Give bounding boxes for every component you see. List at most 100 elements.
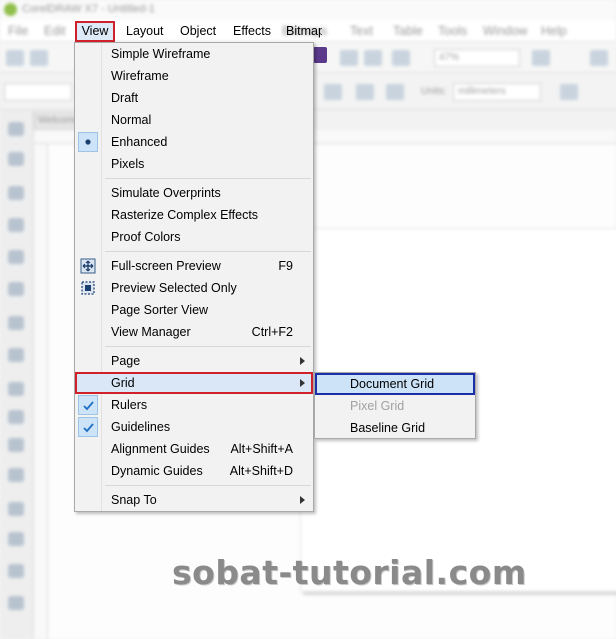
options-icon[interactable] (590, 50, 608, 66)
menu-text[interactable]: Text (350, 24, 373, 38)
menu-item-page-sorter-view[interactable]: Page Sorter View (75, 299, 313, 321)
shape-tool-icon[interactable] (8, 152, 24, 166)
transparency-tool-icon[interactable] (8, 502, 24, 516)
polygon-tool-icon[interactable] (8, 382, 24, 396)
menu-item-label: Normal (111, 113, 152, 127)
menu-item-shortcut: Ctrl+F2 (251, 325, 293, 339)
nudge-icon[interactable] (560, 84, 578, 100)
page-size-field[interactable] (4, 83, 72, 101)
corel-connect-icon[interactable] (313, 47, 327, 63)
text-tool-icon[interactable] (8, 410, 24, 424)
menu-item-preview-selected-only[interactable]: Preview Selected Only (75, 277, 313, 299)
menu-bitmaps-visible[interactable]: Bitmaps (286, 24, 322, 38)
menu-item-label: Simple Wireframe (111, 47, 211, 61)
freehand-tool-icon[interactable] (8, 250, 24, 264)
menu-item-label: Page Sorter View (111, 303, 209, 317)
menu-item-normal[interactable]: Normal (75, 109, 313, 131)
new-document-icon[interactable] (6, 50, 24, 66)
page-layout-icon[interactable] (386, 84, 404, 100)
menu-item-label: Enhanced (111, 135, 168, 149)
menu-separator (105, 346, 311, 347)
menu-item-simple-wireframe[interactable]: Simple Wireframe (75, 43, 313, 65)
ellipse-tool-icon[interactable] (8, 348, 24, 362)
menu-item-label: Wireframe (111, 69, 169, 83)
menu-item-label: Pixels (111, 157, 145, 171)
menu-separator (105, 251, 311, 252)
submenu-item-label: Baseline Grid (350, 421, 426, 435)
vertical-ruler[interactable] (34, 144, 48, 639)
tab-welcome[interactable]: Welcome (34, 112, 80, 130)
menu-item-snap-to[interactable]: Snap To (75, 489, 313, 511)
menu-item-label: Proof Colors (111, 230, 181, 244)
snap-icon[interactable] (392, 50, 410, 66)
menu-window[interactable]: Window (483, 24, 527, 38)
connector-tool-icon[interactable] (8, 438, 24, 452)
landscape-icon[interactable] (356, 84, 374, 100)
menu-edit[interactable]: Edit (44, 24, 66, 38)
submenu-item-document-grid[interactable]: Document Grid (315, 373, 475, 395)
menu-layout[interactable]: Layout (126, 24, 164, 38)
checkmark-icon (78, 417, 98, 437)
fullscreen-preview-icon (80, 258, 96, 274)
menu-item-pixels[interactable]: Pixels (75, 153, 313, 175)
menu-separator (105, 178, 311, 179)
menu-item-simulate-overprints[interactable]: Simulate Overprints (75, 182, 313, 204)
toolbox (0, 110, 34, 639)
submenu-item-label: Document Grid (350, 377, 435, 391)
open-icon[interactable] (30, 50, 48, 66)
fill-tool-icon[interactable] (8, 564, 24, 578)
title-bar: CorelDRAW X7 - Untitled-1 (0, 0, 616, 20)
menu-item-proof-colors[interactable]: Proof Colors (75, 226, 313, 248)
rectangle-tool-icon[interactable] (8, 316, 24, 330)
menu-table[interactable]: Table (393, 24, 423, 38)
menu-item-label: Snap To (111, 493, 157, 507)
launcher-icon[interactable] (340, 50, 358, 66)
submenu-item-pixel-grid: Pixel Grid (315, 395, 475, 417)
menu-effects[interactable]: Effects (233, 24, 271, 38)
menu-item-enhanced[interactable]: Enhanced (75, 131, 313, 153)
menu-item-rasterize-complex-effects[interactable]: Rasterize Complex Effects (75, 204, 313, 226)
checkmark-icon (78, 395, 98, 415)
app-logo-icon (4, 3, 17, 16)
menu-item-label: Rasterize Complex Effects (111, 208, 259, 222)
eyedropper-tool-icon[interactable] (8, 532, 24, 546)
grid-highlight-box (75, 372, 313, 394)
units-label: Units: (421, 86, 447, 97)
submenu-arrow-icon (300, 357, 305, 365)
menu-item-rulers[interactable]: Rulers (75, 394, 313, 416)
portrait-icon[interactable] (324, 84, 342, 100)
menu-item-alignment-guides[interactable]: Alignment Guides Alt+Shift+A (75, 438, 313, 460)
units-select[interactable]: millimeters (453, 83, 541, 101)
window-title: CorelDRAW X7 - Untitled-1 (22, 3, 155, 15)
menu-separator (105, 485, 311, 486)
zoom-level-field[interactable]: 47% (434, 49, 520, 67)
menu-help[interactable]: Help (541, 24, 567, 38)
menu-item-draft[interactable]: Draft (75, 87, 313, 109)
watermark-text: sobat-tutorial.com (172, 553, 527, 592)
smart-fill-icon[interactable] (8, 596, 24, 610)
submenu-item-baseline-grid[interactable]: Baseline Grid (315, 417, 475, 439)
pick-tool-icon[interactable] (8, 122, 24, 136)
menu-item-label: View Manager (111, 325, 191, 339)
menu-item-full-screen-preview[interactable]: Full-screen Preview F9 (75, 255, 313, 277)
menu-item-wireframe[interactable]: Wireframe (75, 65, 313, 87)
menu-item-label: Full-screen Preview (111, 259, 221, 273)
menu-tools[interactable]: Tools (438, 24, 467, 38)
menu-item-label: Alignment Guides (111, 442, 210, 456)
zoom-tool-icon[interactable] (8, 218, 24, 232)
submenu-arrow-icon (300, 496, 305, 504)
menu-item-guidelines[interactable]: Guidelines (75, 416, 313, 438)
artistic-media-icon[interactable] (8, 282, 24, 296)
publish-icon[interactable] (364, 50, 382, 66)
blend-tool-icon[interactable] (8, 468, 24, 482)
menu-item-label: Simulate Overprints (111, 186, 221, 200)
menu-item-view-manager[interactable]: View Manager Ctrl+F2 (75, 321, 313, 343)
menu-item-page[interactable]: Page (75, 350, 313, 372)
menu-item-dynamic-guides[interactable]: Dynamic Guides Alt+Shift+D (75, 460, 313, 482)
snap-to-icon[interactable] (532, 50, 550, 66)
menu-object[interactable]: Object (180, 24, 216, 38)
crop-tool-icon[interactable] (8, 186, 24, 200)
menu-view[interactable]: View (75, 21, 115, 42)
menu-file[interactable]: File (8, 24, 28, 38)
view-menu-dropdown: Simple Wireframe Wireframe Draft Normal … (74, 42, 314, 512)
